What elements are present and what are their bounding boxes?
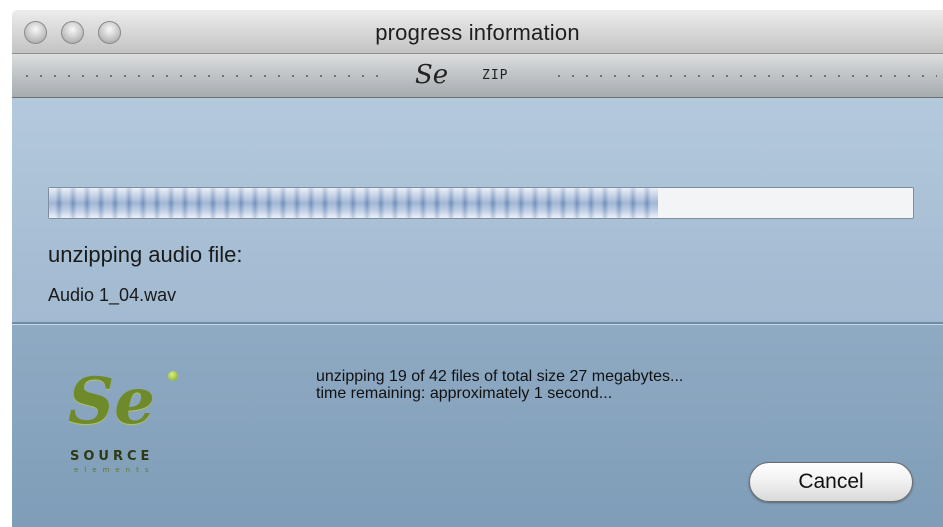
content-area: unzipping audio file: Audio 1_04.wav Se … [12,98,943,527]
source-elements-logo: Se SOURCE elements [68,367,198,477]
title-bar[interactable]: progress information [12,10,943,54]
cancel-button[interactable]: Cancel [749,462,913,502]
progress-bar-fill [49,188,659,218]
logo-tagline: elements [74,466,155,474]
toolbar-dots-left [20,75,390,77]
details-panel: Se SOURCE elements unzipping 19 of 42 fi… [12,325,943,527]
current-file-name: Audio 1_04.wav [48,285,177,305]
logo-brand-name: SOURCE [70,449,154,464]
logo-dot-icon [168,371,178,381]
status-label: unzipping audio file: [48,242,243,267]
logo-se-glyph: Se [68,364,155,439]
progress-details-line-2: time remaining: approximately 1 second..… [316,385,613,402]
toolbar-strip: Se ZIP [12,54,943,98]
window-title: progress information [375,20,580,45]
progress-bar [48,187,914,219]
progress-window: progress information Se ZIP unzipping au… [12,10,943,527]
toolbar-dots-right [552,75,937,77]
progress-details: unzipping 19 of 42 files of total size 2… [316,368,683,402]
progress-details-line-1: unzipping 19 of 42 files of total size 2… [316,368,684,385]
toolbar-zip-label: ZIP [482,68,509,83]
toolbar-logo-icon: Se [415,60,449,90]
